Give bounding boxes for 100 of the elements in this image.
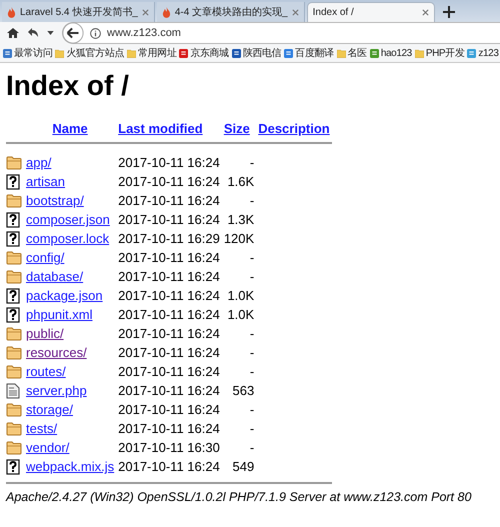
flame-icon [162,6,171,18]
file-link[interactable]: tests/ [26,421,58,436]
browser-tab[interactable]: 4-4 文章模块路由的实现_ [156,2,305,22]
file-size: - [250,193,254,208]
browser-tab[interactable]: Laravel 5.4 快速开发简书_ [2,2,155,22]
file-size: 549 [232,459,254,474]
file-size: - [250,421,254,436]
modified-date: 2017-10-11 16:24 [117,458,221,476]
modified-date: 2017-10-11 16:24 [117,211,221,229]
new-tab-icon[interactable] [442,6,455,18]
text-file-icon [6,382,20,398]
bookmark-item[interactable]: hao123 [370,48,412,58]
bookmark-item[interactable]: 常用网址 [127,46,176,60]
unknown-file-icon [6,306,20,322]
folder-icon [6,194,22,208]
folder-icon [6,364,22,378]
file-size: 1.6K [227,174,254,189]
file-link[interactable]: bootstrap/ [26,193,84,208]
folder-icon [336,48,346,58]
column-header-link[interactable]: Size [224,121,250,136]
modified-date: 2017-10-11 16:24 [117,363,221,381]
bookmark-item[interactable]: 最常访问 [3,46,52,60]
file-size: - [250,326,254,341]
unknown-file-icon [6,212,20,228]
modified-date: 2017-10-11 16:24 [117,249,221,267]
bookmark-item[interactable]: 百度翻译 [284,46,334,60]
address-field[interactable]: www.z123.com [62,22,500,44]
close-icon[interactable] [422,9,429,16]
bookmark-icon [370,48,379,58]
server-signature: Apache/2.4.27 (Win32) OpenSSL/1.0.2l PHP/7.1.9 Server at www.z123.com Port 80 [6,490,472,504]
undo-icon[interactable] [27,28,39,38]
file-link[interactable]: server.php [26,383,87,398]
file-link[interactable]: package.json [26,288,103,303]
folder-icon [6,422,22,436]
file-size: 120K [224,231,254,246]
file-size: 1.3K [227,212,254,227]
bookmark-icon [467,48,476,58]
folder-icon [6,402,22,416]
flame-icon [7,6,16,18]
bookmark-item[interactable]: PHP开发 [414,46,464,60]
file-size: - [250,440,254,455]
bookmark-item[interactable]: z123 [467,48,498,58]
folder-icon [6,440,22,454]
file-link[interactable]: artisan [26,174,66,189]
file-size: 1.0K [227,288,254,303]
back-icon[interactable] [62,22,84,44]
unknown-file-icon [6,174,20,190]
file-link[interactable]: webpack.mix.js [26,459,114,474]
modified-date: 2017-10-11 16:24 [117,192,221,210]
bookmark-item[interactable]: 京东商城 [179,46,229,60]
file-link[interactable]: routes/ [26,364,66,379]
file-size: 563 [232,383,254,398]
file-size: - [250,155,254,170]
page-heading: Index of / [6,69,130,103]
column-header-link[interactable]: Name [52,121,88,136]
modified-date: 2017-10-11 16:24 [117,325,221,343]
folder-icon [6,250,22,264]
info-icon[interactable] [90,28,101,38]
bookmark-icon [179,48,188,58]
close-icon[interactable] [292,8,299,16]
modified-date: 2017-10-11 16:24 [117,344,221,362]
folder-icon [414,48,424,58]
folder-icon [6,326,22,340]
file-size: 1.0K [227,307,254,322]
column-header-link[interactable]: Description [258,121,330,136]
file-size: - [250,345,254,360]
close-icon[interactable] [142,8,149,16]
column-header-link[interactable]: Last modified [118,121,203,136]
file-link[interactable]: resources/ [26,345,87,360]
modified-date: 2017-10-11 16:24 [117,154,221,172]
browser-tab[interactable]: Index of / [306,2,435,22]
modified-date: 2017-10-11 16:30 [117,439,221,457]
dropdown-icon[interactable] [47,31,54,35]
file-size: - [250,402,254,417]
folder-icon [6,156,22,170]
file-link[interactable]: phpunit.xml [26,307,92,322]
bookmark-item[interactable]: 名医 [336,46,367,60]
file-link[interactable]: config/ [26,250,64,265]
modified-date: 2017-10-11 16:24 [117,382,221,400]
home-icon[interactable] [7,27,19,39]
file-link[interactable]: database/ [26,269,84,284]
file-link[interactable]: storage/ [26,402,73,417]
file-link[interactable]: composer.lock [26,231,110,246]
modified-date: 2017-10-11 16:24 [117,287,221,305]
bookmark-item[interactable]: 火狐官方站点 [55,46,124,60]
file-link[interactable]: app/ [26,155,52,170]
unknown-file-icon [6,288,20,304]
folder-icon [127,48,136,58]
file-size: - [250,364,254,379]
file-link[interactable]: vendor/ [26,440,70,455]
bookmark-item[interactable]: 陕西电信 [232,46,282,60]
file-link[interactable]: composer.json [26,212,110,227]
modified-date: 2017-10-11 16:24 [117,268,221,286]
file-size: - [250,250,254,265]
modified-date: 2017-10-11 16:24 [117,401,221,419]
folder-icon [6,270,22,284]
unknown-file-icon [6,230,20,246]
modified-date: 2017-10-11 16:29 [117,230,221,248]
file-link[interactable]: public/ [26,326,64,341]
unknown-file-icon [6,458,20,474]
